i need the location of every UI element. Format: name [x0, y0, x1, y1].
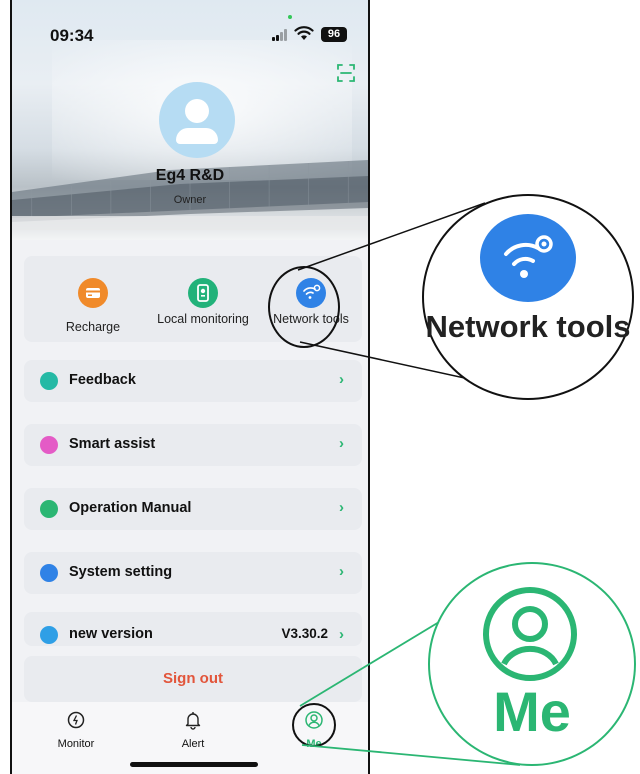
solar-panels-image [12, 160, 368, 230]
tab-monitor[interactable]: Monitor [36, 710, 116, 750]
chevron-right-icon: › [339, 371, 344, 388]
me-tab-zoom-callout: Me [428, 562, 636, 766]
chevron-right-icon: › [339, 563, 344, 580]
tab-label: Alert [181, 738, 205, 750]
user-name: Eg4 R&D [155, 167, 225, 184]
feedback-icon [40, 372, 58, 390]
monitor-icon [67, 711, 85, 729]
menu-item-label: Smart assist [69, 436, 156, 452]
network-tools-zoom-label: Network tools [425, 309, 631, 344]
assist-icon [40, 436, 58, 454]
version-value: V3.30.2 [281, 626, 328, 641]
network-tools-zoom-callout: Network tools [422, 194, 634, 400]
menu-item-feedback[interactable]: Feedback › [24, 360, 362, 402]
me-zoom-label: Me [493, 680, 571, 743]
tab-alert[interactable]: Alert [153, 710, 233, 750]
menu-item-system-setting[interactable]: System setting › [24, 552, 362, 594]
card-icon [78, 278, 108, 308]
chevron-right-icon: › [339, 499, 344, 516]
local-monitoring-label: Local monitoring [157, 312, 249, 326]
home-indicator [130, 762, 258, 767]
manual-icon [40, 500, 58, 518]
sign-out-button[interactable]: Sign out [24, 656, 362, 702]
network-tools-highlight-ring [268, 266, 340, 348]
device-icon [188, 278, 218, 308]
info-icon [40, 626, 58, 644]
wifi-gear-icon [480, 214, 576, 302]
me-tab-highlight-ring [292, 703, 336, 747]
cellular-signal-icon [272, 29, 288, 41]
phone-screen: 09:34 96 Eg4 R&D Owner Recharge Local mo… [10, 0, 370, 774]
person-icon [483, 587, 577, 681]
bell-icon [185, 712, 201, 730]
avatar-head [185, 99, 209, 123]
menu-item-label: Operation Manual [69, 500, 192, 516]
chevron-right-icon: › [339, 626, 344, 643]
avatar-body [176, 128, 218, 144]
settings-icon [40, 564, 58, 582]
wifi-icon [294, 26, 314, 40]
tab-label: Monitor [57, 738, 95, 750]
menu-item-smart-assist[interactable]: Smart assist › [24, 424, 362, 466]
battery-indicator: 96 [321, 27, 347, 42]
recharge-button[interactable]: Recharge [38, 256, 148, 342]
status-bar: 09:34 96 [12, 0, 368, 60]
privacy-indicator-dot [288, 15, 292, 19]
menu-item-label: System setting [69, 564, 173, 580]
local-monitoring-button[interactable]: Local monitoring [148, 256, 258, 342]
scan-icon[interactable] [336, 63, 356, 83]
user-role: Owner [173, 194, 207, 206]
avatar[interactable] [159, 82, 235, 158]
recharge-label: Recharge [65, 320, 121, 334]
menu-item-label: Feedback [69, 372, 136, 388]
chevron-right-icon: › [339, 435, 344, 452]
menu-item-operation-manual[interactable]: Operation Manual › [24, 488, 362, 530]
screenshot-root: 09:34 96 Eg4 R&D Owner Recharge Local mo… [0, 0, 640, 774]
menu-item-label: new version [69, 626, 153, 642]
menu-item-new-version[interactable]: new version V3.30.2 › [24, 612, 362, 646]
status-time: 09:34 [50, 26, 94, 45]
